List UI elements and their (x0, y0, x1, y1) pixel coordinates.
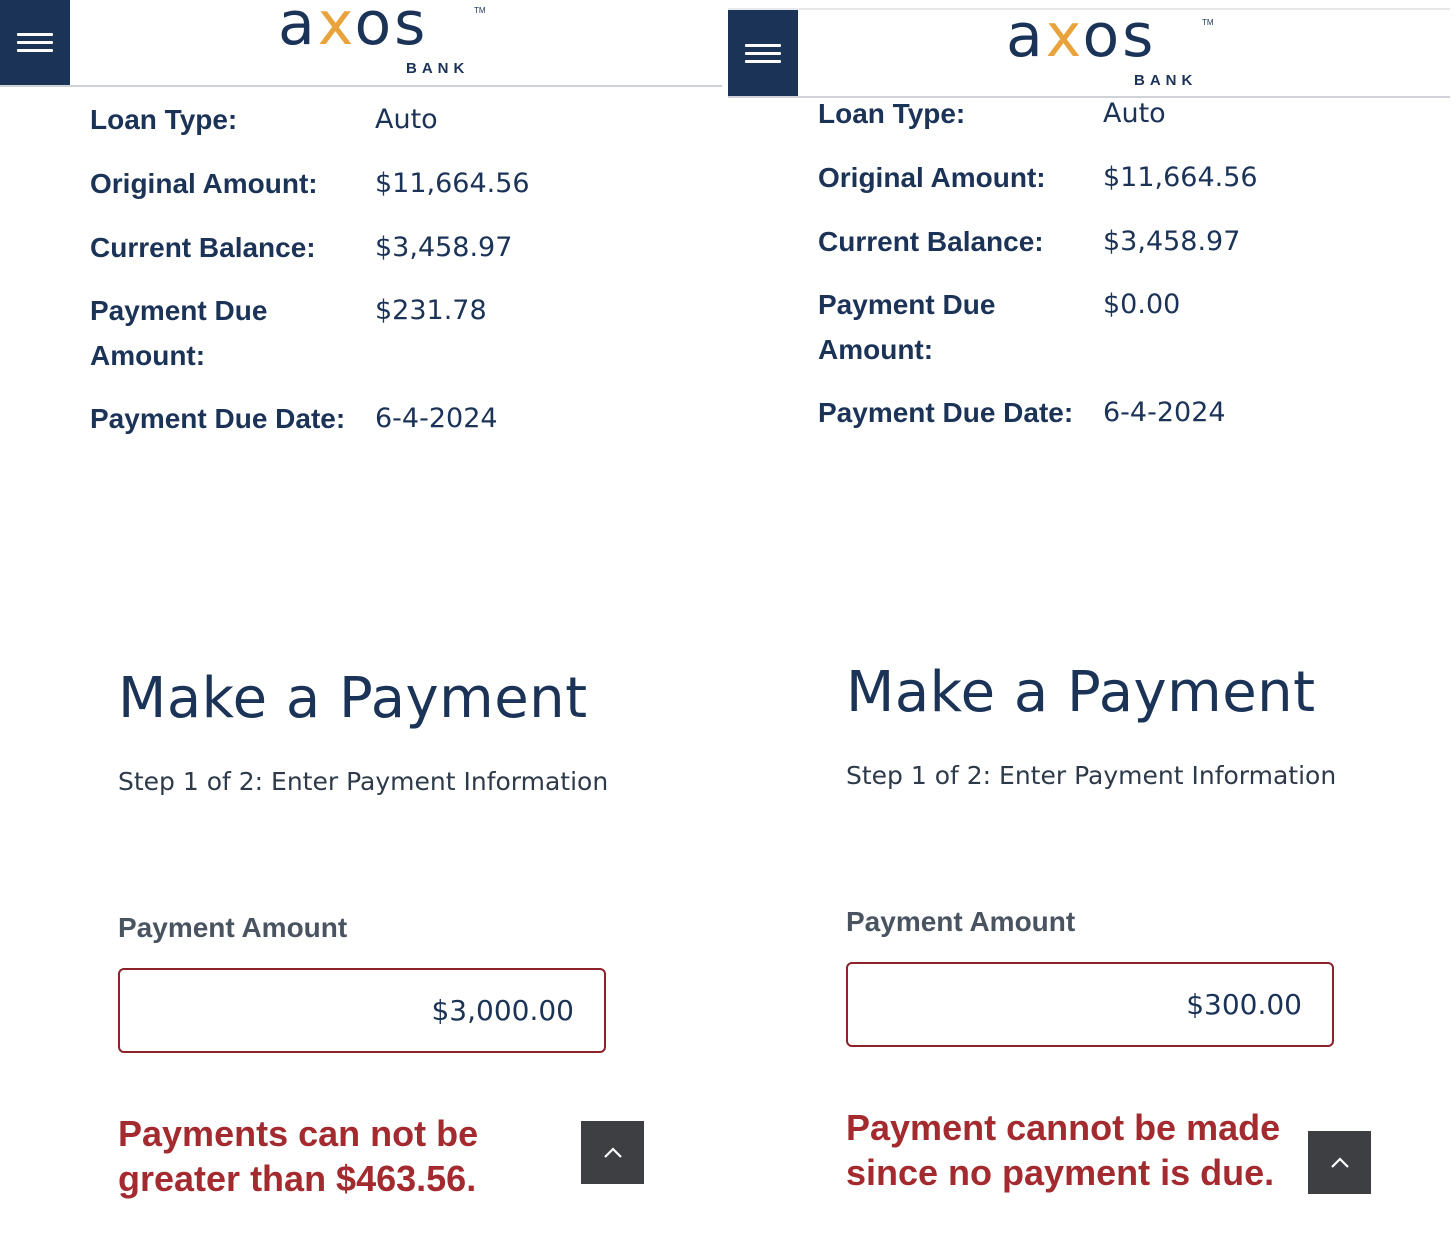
logo-wordmark: axos (278, 0, 429, 59)
payment-due-date-row: Payment Due Date: 6-4-2024 (90, 396, 690, 460)
error-message-line2: since no payment is due. (846, 1152, 1275, 1193)
payment-amount-label: Payment Amount (846, 906, 1076, 937)
payment-due-amount-label: Payment Due Amount: (818, 282, 1103, 390)
payment-due-date-label: Payment Due Date: (818, 397, 1074, 428)
error-message-line2: greater than $463.56. (118, 1158, 477, 1199)
step-indicator: Step 1 of 2: Enter Payment Information (846, 761, 1337, 790)
loan-details: Loan Type: Auto Original Amount: $11,664… (818, 91, 1418, 454)
loan-type-row: Loan Type: Auto (818, 91, 1418, 155)
page-title: Make a Payment (846, 660, 1316, 725)
payment-amount-input[interactable] (846, 962, 1334, 1047)
current-balance-row: Current Balance: $3,458.97 (818, 219, 1418, 282)
loan-type-label: Loan Type: (90, 104, 238, 135)
original-amount-label: Original Amount: (90, 168, 318, 199)
scroll-to-top-button[interactable] (581, 1121, 644, 1184)
payment-due-amount-label-line2: Amount: (90, 340, 206, 371)
chevron-up-icon (1330, 1156, 1349, 1168)
error-message: Payment cannot be made since no payment … (846, 1105, 1366, 1195)
original-amount-value: $11,664.56 (375, 168, 530, 199)
payment-due-amount-label: Payment Due Amount: (90, 288, 375, 396)
logo-trademark: TM (1202, 18, 1214, 27)
logo-trademark: TM (474, 6, 486, 15)
current-balance-value: $3,458.97 (1103, 226, 1241, 257)
payment-due-amount-label-line1: Payment Due (90, 295, 268, 326)
loan-type-label: Loan Type: (818, 98, 966, 129)
current-balance-label: Current Balance: (818, 226, 1044, 257)
current-balance-value: $3,458.97 (375, 232, 513, 263)
original-amount-label: Original Amount: (818, 162, 1046, 193)
current-balance-label: Current Balance: (90, 232, 316, 263)
page-title: Make a Payment (118, 666, 588, 731)
payment-amount-label: Payment Amount (118, 912, 348, 943)
original-amount-row: Original Amount: $11,664.56 (818, 155, 1418, 219)
loan-type-value: Auto (1103, 98, 1166, 129)
payment-due-amount-value: $231.78 (375, 295, 487, 326)
logo-subtitle: BANK (1134, 72, 1198, 89)
payment-due-amount-label-line1: Payment Due (818, 289, 996, 320)
error-message-line1: Payment cannot be made (846, 1107, 1281, 1148)
loan-type-value: Auto (375, 104, 438, 135)
original-amount-value: $11,664.56 (1103, 162, 1258, 193)
scroll-to-top-button[interactable] (1308, 1131, 1371, 1194)
payment-due-date-label: Payment Due Date: (90, 403, 346, 434)
error-message-line1: Payments can not be (118, 1113, 479, 1154)
payment-amount-input[interactable] (118, 968, 606, 1053)
step-indicator: Step 1 of 2: Enter Payment Information (118, 767, 609, 796)
top-header: axos TM BANK (728, 6, 1450, 98)
original-amount-row: Original Amount: $11,664.56 (90, 161, 690, 225)
payment-due-amount-row: Payment Due Amount: $0.00 (818, 282, 1418, 390)
loan-type-row: Loan Type: Auto (90, 97, 690, 161)
payment-due-amount-label-line2: Amount: (818, 334, 934, 365)
payment-due-date-value: 6-4-2024 (375, 403, 498, 434)
screenshot-panel-right: axos TM BANK Loan Type: Auto Original Am… (728, 0, 1450, 1233)
logo-wordmark: axos (1006, 1, 1157, 71)
payment-due-amount-row: Payment Due Amount: $231.78 (90, 288, 690, 396)
chevron-up-icon (603, 1146, 622, 1158)
axos-bank-logo[interactable]: axos TM BANK (278, 0, 488, 78)
payment-due-date-value: 6-4-2024 (1103, 397, 1226, 428)
payment-due-date-row: Payment Due Date: 6-4-2024 (818, 390, 1418, 454)
payment-due-amount-value: $0.00 (1103, 289, 1181, 320)
screenshot-panel-left: axos TM BANK Loan Type: Auto Original Am… (0, 0, 722, 1233)
error-message: Payments can not be greater than $463.56… (118, 1111, 638, 1201)
logo-subtitle: BANK (406, 60, 470, 77)
loan-details: Loan Type: Auto Original Amount: $11,664… (90, 97, 690, 460)
current-balance-row: Current Balance: $3,458.97 (90, 225, 690, 288)
hamburger-menu-icon[interactable] (0, 0, 70, 85)
hamburger-menu-icon[interactable] (728, 10, 798, 96)
top-header: axos TM BANK (0, 0, 722, 87)
axos-bank-logo[interactable]: axos TM BANK (1006, 6, 1216, 90)
